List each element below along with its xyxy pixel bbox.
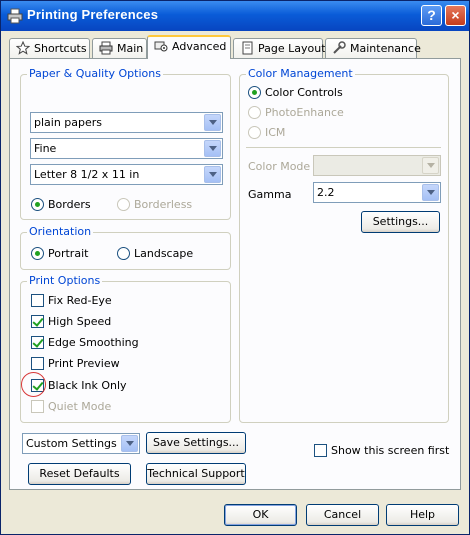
checkbox-icon [31, 357, 44, 370]
borderless-radio: Borderless [117, 198, 192, 211]
print-options-title: Print Options [27, 274, 103, 287]
borderless-label: Borderless [134, 198, 193, 211]
show-screen-first-checkbox[interactable]: Show this screen first [314, 444, 449, 457]
chevron-down-icon [121, 435, 138, 452]
chevron-down-icon [204, 166, 221, 183]
wrench-icon [333, 41, 346, 54]
photoenhance-label: PhotoEnhance [265, 106, 344, 119]
checkbox-icon [314, 444, 327, 457]
title-bar: Printing Preferences ? × [1, 1, 469, 31]
paper-quality-group: Paper & Quality Options plain papers Fin… [20, 67, 231, 220]
tab-main[interactable]: Main [92, 38, 147, 58]
tab-maintenance[interactable]: Maintenance [325, 38, 421, 58]
annotation-circle [21, 372, 46, 397]
print-preview-checkbox[interactable]: Print Preview [31, 357, 120, 370]
color-settings-button[interactable]: Settings... [361, 211, 440, 233]
icm-label: ICM [265, 126, 286, 139]
landscape-radio[interactable]: Landscape [117, 247, 193, 260]
gamma-label: Gamma [248, 188, 292, 201]
checkbox-checked-icon [31, 315, 44, 328]
paper-quality-title: Paper & Quality Options [27, 67, 163, 80]
borders-label: Borders [48, 198, 91, 211]
fix-red-eye-label: Fix Red-Eye [48, 294, 112, 307]
orientation-title: Orientation [27, 225, 94, 238]
portrait-radio[interactable]: Portrait [31, 247, 88, 260]
radio-selected-icon [31, 198, 44, 211]
show-screen-first-label: Show this screen first [331, 444, 450, 457]
chevron-down-icon [204, 114, 221, 131]
icm-radio: ICM [248, 126, 285, 139]
star-icon [16, 41, 30, 55]
color-management-group: Color Management Color Controls PhotoEnh… [239, 67, 449, 423]
landscape-label: Landscape [134, 247, 194, 260]
quality-value: Fine [34, 142, 57, 155]
radio-selected-icon [31, 247, 44, 260]
print-preview-label: Print Preview [48, 357, 120, 370]
help-title-button[interactable]: ? [421, 5, 442, 26]
paper-size-select[interactable]: Letter 8 1/2 x 11 in [30, 164, 223, 185]
custom-settings-select[interactable]: Custom Settings [22, 433, 140, 454]
custom-settings-value: Custom Settings [26, 437, 117, 450]
radio-icon [117, 247, 130, 260]
quiet-mode-checkbox: Quiet Mode [31, 400, 111, 413]
tab-shortcuts-label: Shortcuts [34, 42, 87, 55]
photoenhance-radio: PhotoEnhance [248, 106, 344, 119]
chevron-down-icon [204, 140, 221, 157]
tab-strip: Shortcuts Main Advanced Page Layout Main… [9, 35, 461, 59]
black-ink-only-label: Black Ink Only [48, 379, 127, 392]
close-button[interactable]: × [445, 5, 466, 26]
media-type-select[interactable]: plain papers [30, 112, 223, 133]
technical-support-button[interactable]: Technical Support [146, 463, 246, 485]
tab-advanced[interactable]: Advanced [147, 35, 231, 59]
radio-icon [248, 106, 261, 119]
window-title: Printing Preferences [27, 7, 159, 22]
quiet-mode-label: Quiet Mode [48, 400, 112, 413]
tab-main-label: Main [117, 42, 144, 55]
cancel-button[interactable]: Cancel [306, 504, 379, 526]
tab-shortcuts[interactable]: Shortcuts [9, 38, 90, 58]
color-mode-label: Color Mode [248, 160, 311, 173]
high-speed-label: High Speed [48, 315, 112, 328]
printer-icon [99, 41, 113, 55]
printing-preferences-window: Printing Preferences ? × Shortcuts Main … [0, 0, 470, 535]
quality-select[interactable]: Fine [30, 138, 223, 159]
print-options-group: Print Options Fix Red-Eye High Speed Edg… [20, 274, 231, 423]
page-layout-icon [242, 41, 253, 55]
checkbox-checked-icon [31, 336, 44, 349]
tab-advanced-label: Advanced [172, 40, 227, 53]
advanced-panel: Paper & Quality Options plain papers Fin… [9, 58, 461, 490]
portrait-label: Portrait [48, 247, 89, 260]
color-management-title: Color Management [246, 67, 355, 80]
tab-page-layout-label: Page Layout [258, 42, 326, 55]
checkbox-icon [31, 294, 44, 307]
edge-smoothing-label: Edge Smoothing [48, 336, 139, 349]
media-type-value: plain papers [34, 116, 103, 129]
color-controls-radio[interactable]: Color Controls [248, 86, 343, 99]
paper-size-value: Letter 8 1/2 x 11 in [34, 168, 140, 181]
help-button[interactable]: Help [386, 504, 459, 526]
edge-smoothing-checkbox[interactable]: Edge Smoothing [31, 336, 139, 349]
color-mode-select [313, 155, 441, 176]
radio-selected-icon [248, 86, 261, 99]
chevron-down-icon [422, 157, 439, 174]
save-settings-button[interactable]: Save Settings... [146, 432, 246, 454]
radio-icon [117, 198, 130, 211]
tab-maintenance-label: Maintenance [350, 42, 421, 55]
color-separator [246, 147, 441, 148]
ok-button[interactable]: OK [224, 504, 297, 526]
chevron-down-icon [422, 184, 439, 201]
high-speed-checkbox[interactable]: High Speed [31, 315, 111, 328]
borders-radio[interactable]: Borders [31, 198, 91, 211]
tab-page-layout[interactable]: Page Layout [233, 38, 326, 58]
reset-defaults-button[interactable]: Reset Defaults [28, 463, 131, 485]
printer-icon [7, 8, 23, 24]
gamma-value: 2.2 [317, 186, 335, 199]
radio-icon [248, 126, 261, 139]
checkbox-icon [31, 400, 44, 413]
fix-red-eye-checkbox[interactable]: Fix Red-Eye [31, 294, 112, 307]
orientation-group: Orientation Portrait Landscape [20, 225, 231, 270]
color-controls-label: Color Controls [265, 86, 343, 99]
advanced-icon [154, 41, 168, 52]
gamma-select[interactable]: 2.2 [313, 182, 441, 203]
